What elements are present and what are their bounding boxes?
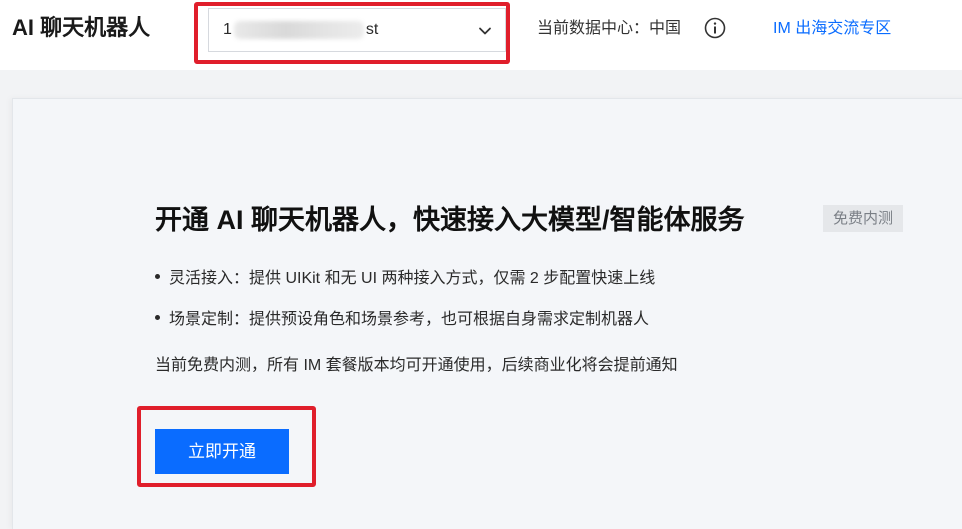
bullet-dot [155, 274, 160, 280]
data-center-label: 当前数据中心：中国 [537, 20, 682, 37]
intro-headline: 开通 AI 聊天机器人，快速接入大模型/智能体服务 [155, 205, 745, 235]
im-community-link[interactable]: IM 出海交流专区 [773, 19, 891, 39]
page-title: AI 聊天机器人 [12, 15, 151, 40]
highlight-frame-select [194, 2, 510, 64]
top-header: AI 聊天机器人 1st 当前数据中心：中国 IM 出海交流专区 [0, 0, 962, 70]
feature-bullet-text: 场景定制：提供预设角色和场景参考，也可根据自身需求定制机器人 [169, 311, 650, 328]
feature-bullet: 灵活接入：提供 UIKit 和无 UI 两种接入方式，仅需 2 步配置快速上线 [155, 268, 655, 290]
activate-button[interactable]: 立即开通 [155, 429, 289, 474]
feature-bullet-text: 灵活接入：提供 UIKit 和无 UI 两种接入方式，仅需 2 步配置快速上线 [169, 270, 656, 287]
info-icon[interactable] [704, 17, 726, 39]
beta-notice: 当前免费内测，所有 IM 套餐版本均可开通使用，后续商业化将会提前通知 [155, 357, 678, 374]
beta-badge: 免费内测 [823, 205, 904, 232]
feature-bullet: 场景定制：提供预设角色和场景参考，也可根据自身需求定制机器人 [155, 309, 649, 331]
bullet-dot [155, 315, 160, 321]
